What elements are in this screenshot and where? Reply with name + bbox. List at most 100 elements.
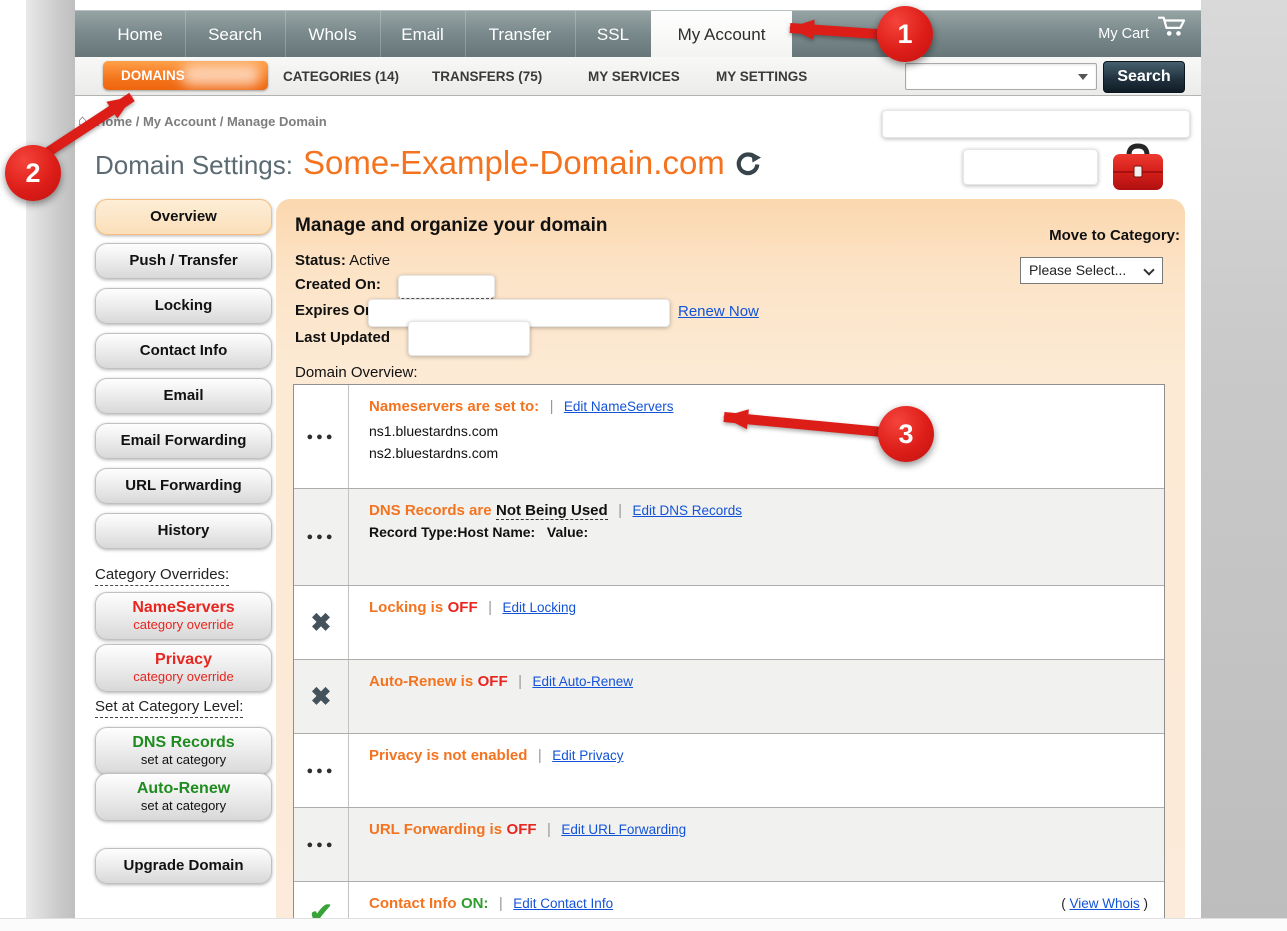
nav-tab-search[interactable]: Search: [185, 11, 286, 58]
sidebar-item-privacy-override[interactable]: Privacy category override: [95, 644, 272, 692]
refresh-icon[interactable]: [735, 151, 761, 182]
sidebar-item-nameservers-override[interactable]: NameServers category override: [95, 592, 272, 640]
renew-now-link[interactable]: Renew Now: [678, 303, 759, 320]
redacted-updated-date: [408, 321, 530, 356]
subnav-domains-button[interactable]: DOMAINS: [103, 61, 268, 90]
view-whois-wrap: ( View Whois ): [1061, 896, 1148, 911]
sidebar-item-contact-info[interactable]: Contact Info: [95, 333, 272, 369]
paren-open: (: [1061, 896, 1066, 911]
override-title: Privacy: [96, 650, 271, 669]
sidebar-item-email[interactable]: Email: [95, 378, 272, 414]
domain-overview-label: Domain Overview:: [295, 364, 418, 381]
nav-tab-home[interactable]: Home: [95, 11, 186, 58]
move-to-category-select[interactable]: Please Select...: [1020, 257, 1163, 284]
edit-nameservers-link[interactable]: Edit NameServers: [564, 399, 674, 414]
edit-privacy-link[interactable]: Edit Privacy: [552, 748, 623, 763]
sidebar-item-locking[interactable]: Locking: [95, 288, 272, 324]
selected-option: Please Select...: [1029, 262, 1126, 278]
set-at-category-label: Set at Category Level:: [95, 698, 243, 718]
subnav-my-settings[interactable]: MY SETTINGS: [716, 69, 807, 84]
breadcrumb[interactable]: Home / My Account / Manage Domain: [96, 114, 327, 129]
sidebar-item-email-forwarding[interactable]: Email Forwarding: [95, 423, 272, 459]
override-subtitle: category override: [96, 617, 271, 632]
table-row-dns-records: ●●● DNS Records are Not Being Used | Edi…: [294, 488, 1164, 585]
separator: |: [518, 673, 522, 690]
domain-search-combobox[interactable]: [905, 63, 1097, 90]
account-sub-navigation: DOMAINS CATEGORIES (14) TRANSFERS (75) M…: [75, 57, 1201, 96]
separator: |: [547, 821, 551, 838]
search-button[interactable]: Search: [1103, 61, 1185, 93]
nav-tab-email[interactable]: Email: [380, 11, 466, 58]
category-overrides-label: Category Overrides:: [95, 566, 229, 586]
table-row-nameservers: ●●● Nameservers are set to: | Edit NameS…: [294, 385, 1164, 488]
nav-tab-my-account[interactable]: My Account: [651, 11, 792, 58]
redacted-domains-count: [181, 64, 261, 86]
subnav-categories[interactable]: CATEGORIES (14): [283, 69, 399, 84]
nameserver-value: ns1.bluestardns.com: [369, 420, 1148, 442]
redacted-box-title: [963, 149, 1098, 185]
override-title: NameServers: [96, 598, 271, 617]
toolbox-icon[interactable]: [1108, 141, 1168, 198]
chevron-down-icon[interactable]: [1078, 74, 1088, 80]
sidebar-item-push-transfer[interactable]: Push / Transfer: [95, 243, 272, 279]
status-value: Active: [349, 252, 390, 269]
updated-line: Last Updated: [295, 329, 390, 346]
category-subtitle: set at category: [96, 752, 271, 767]
edit-contact-info-link[interactable]: Edit Contact Info: [513, 896, 613, 911]
right-background-strip: [1201, 0, 1287, 918]
row-title: Privacy is not enabled: [369, 747, 527, 764]
dots-icon: ●●●: [307, 839, 336, 851]
nav-tab-transfer[interactable]: Transfer: [465, 11, 576, 58]
expires-label: Expires On: [295, 302, 374, 319]
x-icon: ✖: [311, 682, 332, 712]
subnav-my-services[interactable]: MY SERVICES: [588, 69, 680, 84]
separator: |: [550, 398, 554, 415]
sidebar-item-upgrade-domain[interactable]: Upgrade Domain: [95, 848, 272, 884]
table-row-url-forwarding: ●●● URL Forwarding is OFF | Edit URL For…: [294, 807, 1164, 881]
edit-auto-renew-link[interactable]: Edit Auto-Renew: [532, 674, 633, 689]
category-title: DNS Records: [96, 733, 271, 752]
bottom-cutoff-band: [0, 918, 1287, 931]
redacted-created-date: [398, 275, 495, 299]
view-whois-link[interactable]: View Whois: [1069, 896, 1139, 911]
subnav-transfers[interactable]: TRANSFERS (75): [432, 69, 542, 84]
table-row-privacy: ●●● Privacy is not enabled | Edit Privac…: [294, 733, 1164, 807]
row-title: DNS Records are: [369, 502, 492, 519]
sidebar-item-history[interactable]: History: [95, 513, 272, 549]
separator: |: [538, 747, 542, 764]
status-label: Status:: [295, 252, 346, 269]
move-to-category-label: Move to Category:: [1000, 227, 1180, 244]
sidebar-item-dns-records-category[interactable]: DNS Records set at category: [95, 727, 272, 775]
sidebar-item-overview[interactable]: Overview: [95, 199, 272, 235]
row-status: Not Being Used: [496, 502, 608, 520]
edit-url-forwarding-link[interactable]: Edit URL Forwarding: [561, 822, 686, 837]
dots-icon: ●●●: [307, 431, 336, 443]
top-navigation-bar: Home Search WhoIs Email Transfer SSL My …: [75, 10, 1201, 58]
row-status: OFF: [478, 673, 508, 690]
edit-locking-link[interactable]: Edit Locking: [502, 600, 576, 615]
nav-tab-ssl[interactable]: SSL: [575, 11, 652, 58]
search-input[interactable]: [908, 65, 1072, 88]
section-heading: Manage and organize your domain: [295, 215, 608, 237]
category-subtitle: set at category: [96, 798, 271, 813]
paren-close: ): [1144, 896, 1149, 911]
home-icon: ⌂: [78, 112, 87, 129]
my-cart-button[interactable]: My Cart: [1098, 11, 1187, 58]
row-status: OFF: [448, 599, 478, 616]
x-icon: ✖: [311, 608, 332, 638]
row-title: URL Forwarding is: [369, 821, 502, 838]
created-line: Created On:: [295, 276, 381, 293]
chevron-down-icon: [1143, 264, 1154, 275]
expires-line: Expires On: [295, 302, 374, 319]
edit-dns-records-link[interactable]: Edit DNS Records: [633, 503, 743, 518]
sidebar-item-auto-renew-category[interactable]: Auto-Renew set at category: [95, 773, 272, 821]
nav-tab-whois[interactable]: WhoIs: [285, 11, 381, 58]
dots-icon: ●●●: [307, 531, 336, 543]
updated-label: Last Updated: [295, 329, 390, 346]
row-status: ON:: [461, 895, 489, 912]
annotation-badge-1: 1: [877, 6, 933, 62]
sidebar-item-url-forwarding[interactable]: URL Forwarding: [95, 468, 272, 504]
nameserver-value: ns2.bluestardns.com: [369, 442, 1148, 464]
table-row-locking: ✖ Locking is OFF | Edit Locking: [294, 585, 1164, 659]
override-subtitle: category override: [96, 669, 271, 684]
